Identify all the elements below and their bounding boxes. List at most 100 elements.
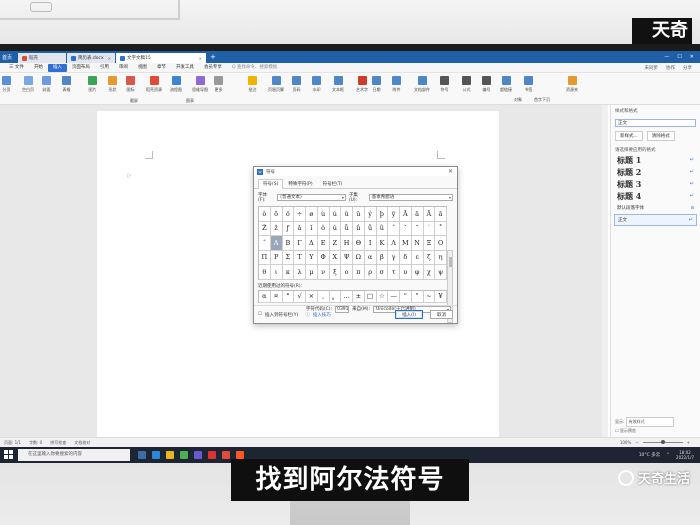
symbol-cell[interactable]: Χ bbox=[329, 250, 342, 265]
symbol-cell[interactable]: Σ bbox=[282, 250, 295, 265]
symbol-cell[interactable]: ž bbox=[270, 221, 283, 236]
symbol-cell[interactable]: ā bbox=[411, 207, 424, 222]
symbol-cell[interactable]: ˚ bbox=[435, 221, 447, 236]
ribbon-button[interactable]: 文本框 bbox=[332, 76, 344, 93]
symbol-cell[interactable]: Γ bbox=[294, 236, 306, 251]
menu-item[interactable]: 章节 bbox=[152, 64, 171, 72]
symbol-cell[interactable]: õ bbox=[270, 207, 283, 222]
ribbon-button[interactable]: 附件 bbox=[392, 76, 401, 93]
symbol-cell[interactable]: Ω bbox=[353, 250, 365, 265]
recent-symbol-cell[interactable]: , bbox=[317, 290, 330, 303]
tab-symbol-bar[interactable]: 符号栏(T) bbox=[318, 179, 348, 188]
symbol-cell[interactable]: Η bbox=[341, 236, 353, 251]
ribbon-small-button[interactable]: 截屏 bbox=[130, 98, 138, 104]
symbol-cell[interactable]: ˘ bbox=[411, 221, 424, 236]
ribbon-button[interactable]: 空白页 bbox=[22, 76, 34, 93]
ribbon-button[interactable]: 艺术字 bbox=[356, 76, 368, 93]
subset-select[interactable]: 基本希腊语 bbox=[368, 194, 453, 201]
tab-symbol[interactable]: 符号(S) bbox=[258, 179, 284, 189]
symbol-cell[interactable]: ˝ bbox=[259, 236, 271, 251]
symbol-cell[interactable]: ÷ bbox=[294, 207, 306, 222]
menu-item[interactable]: 视图 bbox=[133, 64, 152, 72]
clock[interactable]: 18:02 2022/1/7 bbox=[676, 450, 694, 460]
symbol-cell[interactable]: Ā bbox=[400, 207, 412, 222]
ribbon-button[interactable]: 图标 bbox=[126, 76, 135, 93]
symbol-cell[interactable]: Β bbox=[282, 236, 295, 251]
symbol-cell[interactable]: ǚ bbox=[364, 221, 377, 236]
command-search[interactable]: Q 查找命令、搜索模板 bbox=[227, 64, 282, 72]
new-tab-button[interactable]: + bbox=[210, 53, 216, 61]
symbol-cell[interactable]: τ bbox=[388, 265, 400, 280]
symbol-cell[interactable]: Π bbox=[259, 250, 271, 265]
menu-right-item[interactable]: 分享 bbox=[683, 65, 692, 71]
symbol-cell[interactable]: σ bbox=[376, 265, 389, 280]
ribbon-button[interactable]: 思维导图 bbox=[192, 76, 208, 93]
folder-icon[interactable] bbox=[166, 451, 174, 459]
ribbon-small-button[interactable]: 对象 bbox=[514, 97, 522, 103]
zoom-slider[interactable] bbox=[642, 440, 683, 444]
cancel-button[interactable]: 取消 bbox=[430, 310, 453, 319]
symbol-cell[interactable]: Δ bbox=[306, 236, 318, 251]
recent-symbol-cell[interactable]: 。 bbox=[329, 290, 342, 303]
style-item[interactable]: 标题 2 ↵ bbox=[611, 166, 700, 178]
symbol-cell[interactable]: Κ bbox=[376, 236, 389, 251]
recent-symbol-cell[interactable]: " bbox=[411, 290, 424, 303]
menu-item[interactable]: 引用 bbox=[95, 64, 114, 72]
style-item[interactable]: 标题 1 ↵ bbox=[611, 154, 700, 166]
symbol-cell[interactable]: Ν bbox=[411, 236, 424, 251]
recent-symbol-cell[interactable]: — bbox=[388, 290, 400, 303]
recent-symbol-cell[interactable]: α bbox=[259, 290, 271, 303]
symbol-cell[interactable]: ÿ bbox=[388, 207, 400, 222]
symbol-cell[interactable]: β bbox=[376, 250, 389, 265]
symbol-cell[interactable]: δ bbox=[400, 250, 412, 265]
style-item[interactable]: 默认段落字体 a bbox=[611, 202, 700, 214]
style-item[interactable]: 正文 ↵ bbox=[614, 214, 697, 226]
ribbon-button[interactable]: 流程图 bbox=[170, 76, 182, 93]
symbol-cell[interactable]: ú bbox=[329, 207, 342, 222]
symbol-cell[interactable]: ă bbox=[435, 207, 447, 222]
menu-right-item[interactable]: 协作 bbox=[666, 65, 675, 71]
symbol-cell[interactable]: Φ bbox=[317, 250, 330, 265]
symbol-cell[interactable]: ψ bbox=[435, 265, 447, 280]
symbol-cell[interactable]: Υ bbox=[306, 250, 318, 265]
store-icon[interactable] bbox=[194, 451, 202, 459]
network-icon[interactable]: ⌃ bbox=[666, 453, 670, 458]
page-count[interactable]: 页面: 1/1 bbox=[4, 440, 21, 446]
task-view-icon[interactable] bbox=[138, 451, 146, 459]
menu-right-item[interactable]: 未同步 bbox=[645, 65, 659, 71]
symbol-cell[interactable]: ǘ bbox=[353, 221, 365, 236]
ribbon-button[interactable]: 分页 bbox=[2, 76, 11, 93]
current-style-field[interactable]: 正文 bbox=[615, 119, 696, 127]
ribbon-button[interactable]: 资源夹 bbox=[566, 76, 578, 93]
symbol-cell[interactable]: þ bbox=[376, 207, 389, 222]
symbol-cell[interactable]: ö bbox=[282, 207, 295, 222]
symbol-cell[interactable]: Ζ bbox=[329, 236, 342, 251]
symbol-cell[interactable]: ˙ bbox=[423, 221, 436, 236]
ribbon-button[interactable]: 页眉页脚 bbox=[268, 76, 284, 93]
recent-symbol-cell[interactable]: × bbox=[306, 290, 318, 303]
symbol-cell[interactable]: Μ bbox=[400, 236, 412, 251]
recent-symbol-cell[interactable]: ☆ bbox=[376, 290, 389, 303]
symbol-cell[interactable]: û bbox=[341, 207, 353, 222]
ribbon-small-button[interactable]: 首字下沉 bbox=[534, 97, 550, 103]
symbol-cell[interactable]: ǜ bbox=[376, 221, 389, 236]
symbol-cell[interactable]: ô bbox=[259, 207, 271, 222]
ribbon-button[interactable]: 书签 bbox=[524, 76, 533, 93]
symbol-cell[interactable]: Λ bbox=[388, 236, 400, 251]
windows-start-icon[interactable] bbox=[4, 450, 14, 460]
zoom-out-icon[interactable]: − bbox=[635, 440, 638, 445]
insert-to-bar-checkbox[interactable]: ☐ bbox=[258, 312, 262, 317]
ribbon-button[interactable]: 符号 bbox=[440, 76, 449, 93]
recent-symbol-cell[interactable]: ° bbox=[282, 290, 295, 303]
symbol-cell[interactable]: ü bbox=[353, 207, 365, 222]
ribbon-button[interactable]: 图片 bbox=[88, 76, 97, 93]
symbol-cell[interactable]: Ο bbox=[435, 236, 447, 251]
style-item[interactable]: 标题 3 ↵ bbox=[611, 178, 700, 190]
weather-widget[interactable]: 10°C 多云 bbox=[639, 452, 661, 458]
symbol-cell-selected[interactable]: Α bbox=[270, 236, 283, 251]
ribbon-button[interactable]: 编号 bbox=[482, 76, 491, 93]
font-select[interactable]: (普通文本) bbox=[277, 194, 346, 201]
symbol-cell[interactable]: χ bbox=[423, 265, 436, 280]
recent-symbol-cell[interactable]: … bbox=[341, 290, 353, 303]
home-tab[interactable]: 首页 bbox=[0, 54, 18, 61]
